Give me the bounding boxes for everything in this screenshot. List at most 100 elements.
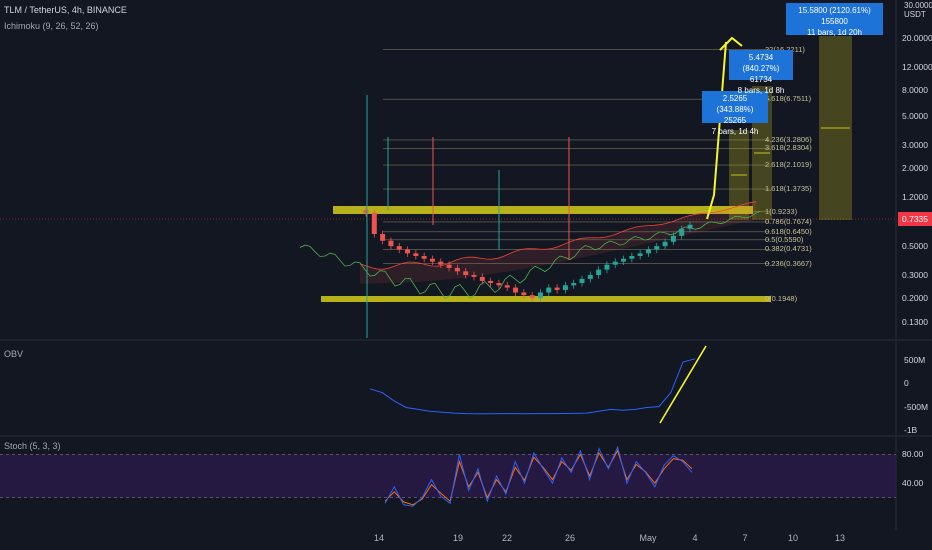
candle-body xyxy=(687,224,693,229)
candle-body xyxy=(654,246,660,250)
candle-body xyxy=(562,285,568,290)
stoch-axis-label: 80.00 xyxy=(902,449,924,460)
candle-body xyxy=(670,235,676,242)
resistance-zone xyxy=(333,206,753,214)
price-axis-label: 0.3000 xyxy=(902,269,928,280)
fib-level-label: 2.618(2.1019) xyxy=(765,160,812,170)
fib-level-label: 3.618(2.8304) xyxy=(765,143,812,153)
projection-box[interactable]: 15.5800 (2120.61%) 155800 11 bars, 1d 20h xyxy=(786,3,883,37)
candle-body xyxy=(438,261,444,265)
time-axis-label: 10 xyxy=(787,533,799,543)
support-zone xyxy=(321,296,771,302)
fib-level-label: 0.5(0.5590) xyxy=(765,234,804,244)
fib-level-label: 0.618(0.6450) xyxy=(765,226,812,236)
candle-body xyxy=(421,255,427,259)
symbol-title[interactable]: TLM / TetherUS, 4h, BINANCE xyxy=(4,5,127,15)
candle-body xyxy=(645,249,651,254)
candle-body xyxy=(621,258,627,262)
fib-level-label: 0.382(0.4731) xyxy=(765,244,812,254)
obv-trendline xyxy=(659,345,707,424)
fib-level-label: 4.236(3.2806) xyxy=(765,134,812,144)
projection-bars-text: 11 bars, 1d 20h xyxy=(806,28,862,37)
projection-arrow-head xyxy=(719,36,743,51)
candle-body xyxy=(596,269,602,275)
candle-body xyxy=(446,264,452,268)
candle-body xyxy=(429,258,435,262)
candle-body xyxy=(396,246,402,250)
chart-canvas xyxy=(0,0,932,530)
time-axis-label: 26 xyxy=(564,533,576,543)
candle-body xyxy=(463,271,469,275)
candle-body xyxy=(371,212,377,234)
price-axis-label: 12.0000 xyxy=(902,61,932,72)
price-axis-label: 1.2000 xyxy=(902,191,928,202)
candle-body xyxy=(679,228,685,236)
stoch-axis-label: 40.00 xyxy=(902,478,924,489)
candle-body xyxy=(471,274,477,277)
candle-body xyxy=(521,292,527,296)
candle-body xyxy=(363,210,369,213)
price-axis-label: 3.0000 xyxy=(902,139,928,150)
candle-body xyxy=(604,264,610,270)
obv-axis-label: -1B xyxy=(904,425,918,435)
projection-bars-text: 7 bars, 1d 4h xyxy=(711,127,759,136)
fib-level-label: 0.236(0.3667) xyxy=(765,258,812,268)
obv-line xyxy=(369,358,696,415)
candle-body xyxy=(496,283,502,286)
fib-level-label: 0.786(0.7674) xyxy=(765,216,812,226)
price-axis-label: 8.0000 xyxy=(902,84,928,95)
time-axis-label: 19 xyxy=(452,533,464,543)
obv-axis-label: 500M xyxy=(904,354,926,365)
candle-body xyxy=(380,233,386,241)
time-axis-label: 7 xyxy=(742,533,748,543)
candle-body xyxy=(554,287,560,290)
time-axis-label: May xyxy=(639,533,657,543)
candle-body xyxy=(388,240,394,247)
candle-body xyxy=(529,295,535,298)
candle-body xyxy=(454,267,460,272)
projection-bars-text: 8 bars, 1d 8h xyxy=(737,86,785,95)
current-price-tag: 0.7335 xyxy=(898,212,932,226)
candle-body xyxy=(546,287,552,293)
price-axis-label: 0.1300 xyxy=(902,317,928,328)
price-axis-label: 0.2000 xyxy=(902,292,928,303)
candle-body xyxy=(513,287,519,293)
candle-body xyxy=(504,285,510,288)
candle-body xyxy=(479,276,485,281)
candle-body xyxy=(413,253,419,256)
obv-axis-label: -500M xyxy=(904,401,929,412)
time-axis-label: 14 xyxy=(373,533,385,543)
time-axis-label: 22 xyxy=(501,533,513,543)
ichimoku-legend[interactable]: Ichimoku (9, 26, 52, 26) xyxy=(4,21,99,31)
candle-body xyxy=(662,241,668,247)
fib-level-label: 0(0.1948) xyxy=(765,294,798,304)
candle-body xyxy=(587,274,593,279)
price-axis-top-label: 30.0000 xyxy=(904,1,932,10)
price-axis-label: 5.0000 xyxy=(902,111,928,122)
candle-body xyxy=(537,292,543,298)
projection-price-text: 2.5265 (343.88%) 25265 xyxy=(716,94,754,125)
stoch-legend[interactable]: Stoch (5, 3, 3) xyxy=(4,441,61,451)
time-axis-label: 4 xyxy=(692,533,698,543)
currency-label: 30.0000 USDT xyxy=(904,1,932,19)
projection-price-text: 15.5800 (2120.61%) 155800 xyxy=(798,6,871,26)
fib-level-label: 1(0.9233) xyxy=(765,206,798,216)
price-axis-label: 0.5000 xyxy=(902,241,928,252)
currency-unit: USDT xyxy=(904,10,926,19)
candle-body xyxy=(488,280,494,284)
candle-body xyxy=(629,255,635,259)
candle-body xyxy=(579,278,585,284)
candle-body xyxy=(405,249,411,254)
projection-price-text: 5.4734 (840.27%) 61734 xyxy=(742,53,780,84)
candle-body xyxy=(571,283,577,286)
time-axis-label: 13 xyxy=(834,533,846,543)
projection-box[interactable]: 5.4734 (840.27%) 61734 8 bars, 1d 8h xyxy=(729,50,793,95)
obv-legend[interactable]: OBV xyxy=(4,349,23,359)
price-axis-label: 2.0000 xyxy=(902,162,928,173)
candle-body xyxy=(637,253,643,256)
obv-axis-label: 0 xyxy=(904,378,909,389)
candle-body xyxy=(612,261,618,265)
stoch-band xyxy=(0,454,896,498)
price-axis-label: 20.0000 xyxy=(902,32,932,43)
fib-level-label: 1.618(1.3735) xyxy=(765,184,812,194)
